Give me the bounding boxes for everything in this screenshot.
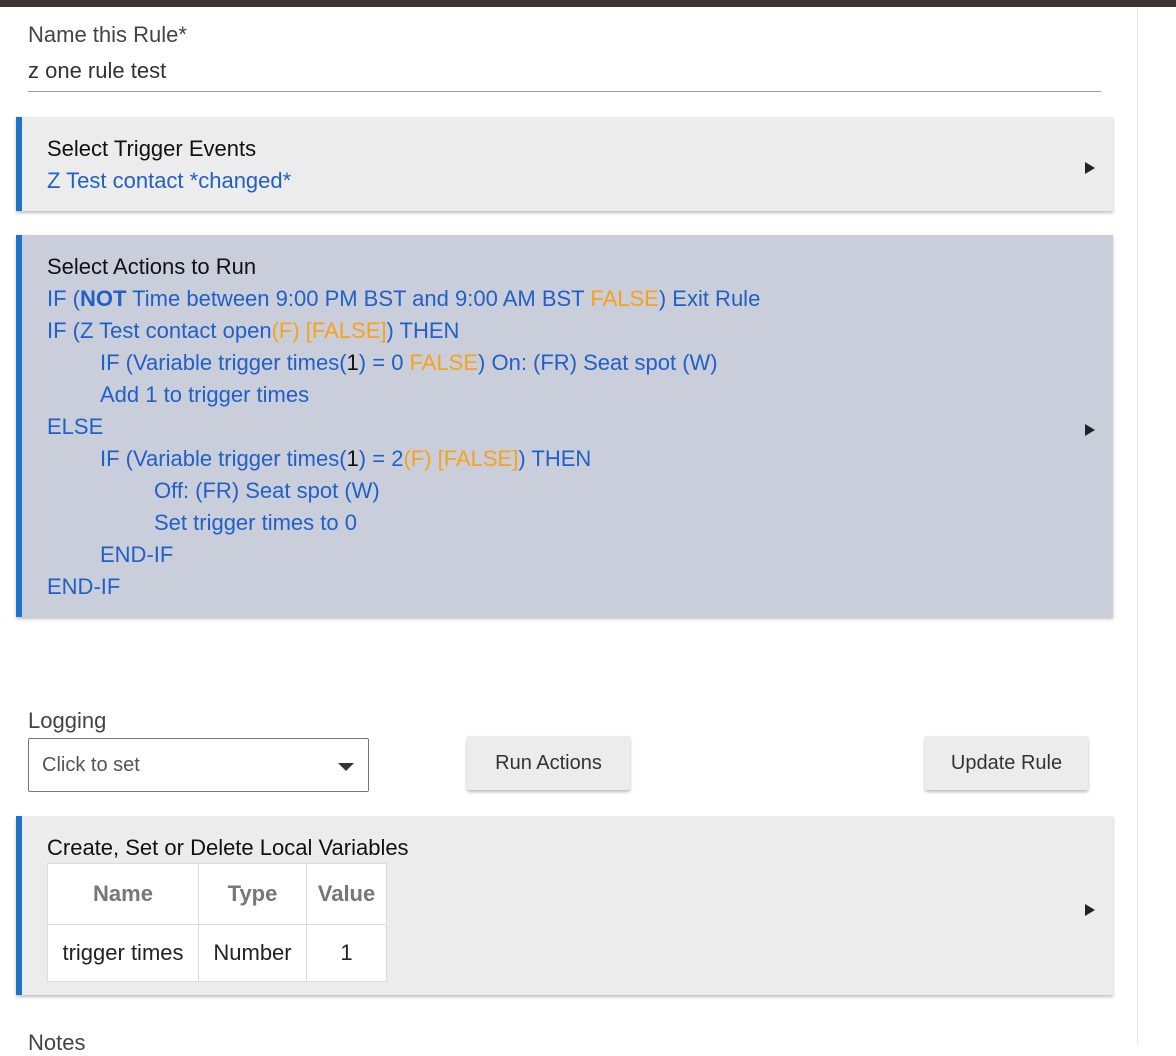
variable-type-cell: Number	[198, 924, 307, 982]
column-header-type: Type	[198, 863, 307, 925]
action-line-2: IF (Z Test contact open(F) [FALSE]) THEN	[47, 318, 460, 343]
logging-label: Logging	[28, 708, 107, 733]
action-line-9: END-IF	[100, 542, 174, 567]
column-header-value: Value	[306, 863, 387, 925]
action-line-1: IF (NOT Time between 9:00 PM BST and 9:0…	[47, 286, 761, 311]
trigger-events-summary: Z Test contact *changed*	[47, 168, 292, 193]
actions-card[interactable]: Select Actions to Run IF (NOT Time betwe…	[16, 235, 1113, 617]
table-header-row: Name Type Value	[47, 863, 387, 925]
dropdown-caret-icon	[338, 763, 354, 771]
action-line-3: IF (Variable trigger times(1) = 0 FALSE)…	[100, 350, 718, 375]
run-actions-button[interactable]: Run Actions	[467, 736, 630, 790]
variable-name-cell: trigger times	[47, 924, 199, 982]
action-line-7: Off: (FR) Seat spot (W)	[154, 478, 380, 503]
logging-select[interactable]: Click to set	[28, 738, 369, 792]
column-header-name: Name	[47, 863, 199, 925]
action-line-4: Add 1 to trigger times	[100, 382, 310, 407]
expand-arrow-icon[interactable]	[1085, 162, 1095, 174]
table-row[interactable]: trigger times Number 1	[47, 924, 387, 982]
action-line-10: END-IF	[47, 574, 121, 599]
logging-select-value: Click to set	[42, 754, 140, 776]
action-line-8: Set trigger times to 0	[154, 510, 357, 535]
right-divider	[1137, 7, 1138, 1044]
top-bar	[0, 0, 1176, 7]
expand-arrow-icon[interactable]	[1085, 904, 1095, 916]
rule-name-underline	[28, 91, 1101, 92]
trigger-events-title: Select Trigger Events	[47, 136, 257, 161]
expand-arrow-icon[interactable]	[1085, 424, 1095, 436]
rule-name-label: Name this Rule*	[28, 22, 187, 47]
trigger-events-card[interactable]: Select Trigger Events Z Test contact *ch…	[16, 117, 1113, 211]
action-line-6: IF (Variable trigger times(1) = 2(F) [FA…	[100, 446, 592, 471]
variables-table: Name Type Value trigger times Number 1	[47, 863, 387, 982]
actions-title: Select Actions to Run	[47, 254, 257, 279]
update-rule-button[interactable]: Update Rule	[925, 736, 1088, 790]
notes-label: Notes	[28, 1030, 86, 1055]
local-variables-card[interactable]: Create, Set or Delete Local Variables Na…	[16, 816, 1113, 995]
local-variables-title: Create, Set or Delete Local Variables	[47, 835, 409, 860]
action-line-5: ELSE	[47, 414, 104, 439]
variable-value-cell: 1	[306, 924, 387, 982]
rule-name-input[interactable]: z one rule test	[28, 58, 166, 84]
